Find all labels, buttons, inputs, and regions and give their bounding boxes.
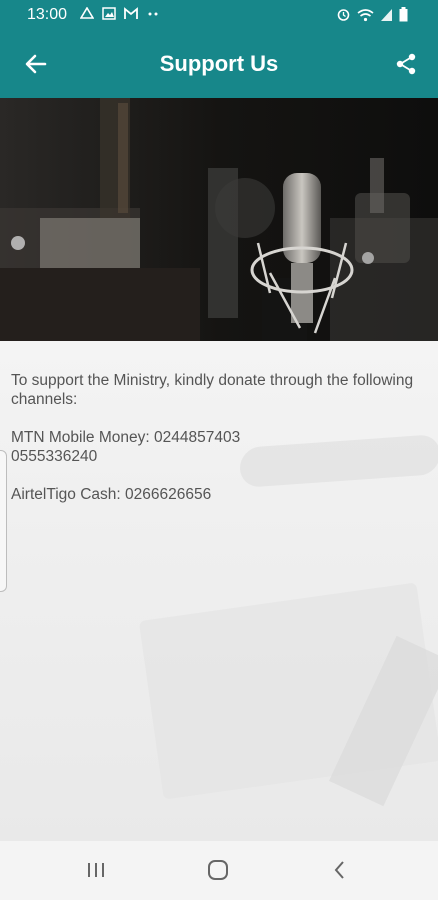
mtn-line-2: 0555336240 xyxy=(11,448,98,465)
alarm-icon xyxy=(336,7,351,25)
studio-microphone-image xyxy=(0,98,438,341)
mtn-mobile-money: MTN Mobile Money: 0244857403 0555336240 xyxy=(11,428,426,466)
home-icon xyxy=(208,860,228,880)
wifi-icon xyxy=(357,8,374,25)
back-nav-button[interactable] xyxy=(320,855,360,885)
content-area: To support the Ministry, kindly donate t… xyxy=(0,341,438,841)
home-button[interactable] xyxy=(198,855,238,885)
battery-icon xyxy=(399,7,408,25)
status-time: 13:00 xyxy=(27,6,68,23)
gmail-icon xyxy=(124,7,138,23)
status-bar: 13:00 xyxy=(0,0,438,30)
recent-apps-button[interactable] xyxy=(76,855,116,885)
mtn-line-1: MTN Mobile Money: 0244857403 xyxy=(11,429,241,446)
donation-intro: To support the Ministry, kindly donate t… xyxy=(11,372,414,408)
navigation-bar xyxy=(0,841,438,900)
more-dots-icon xyxy=(146,7,160,23)
app-bar: Support Us xyxy=(0,30,438,98)
recent-apps-icon xyxy=(88,863,104,877)
airteltigo-cash: AirtelTigo Cash: 0266626656 xyxy=(11,486,212,503)
share-icon xyxy=(396,53,416,75)
drive-icon xyxy=(79,6,95,23)
side-drawer-handle[interactable] xyxy=(0,450,7,592)
chevron-left-icon xyxy=(334,861,344,879)
signal-icon xyxy=(380,8,393,25)
status-left-icons xyxy=(79,6,160,23)
image-icon xyxy=(102,7,116,23)
page-title: Support Us xyxy=(159,51,279,76)
share-button[interactable] xyxy=(388,46,424,82)
status-right-icons xyxy=(336,7,408,25)
hero-image xyxy=(0,98,438,341)
